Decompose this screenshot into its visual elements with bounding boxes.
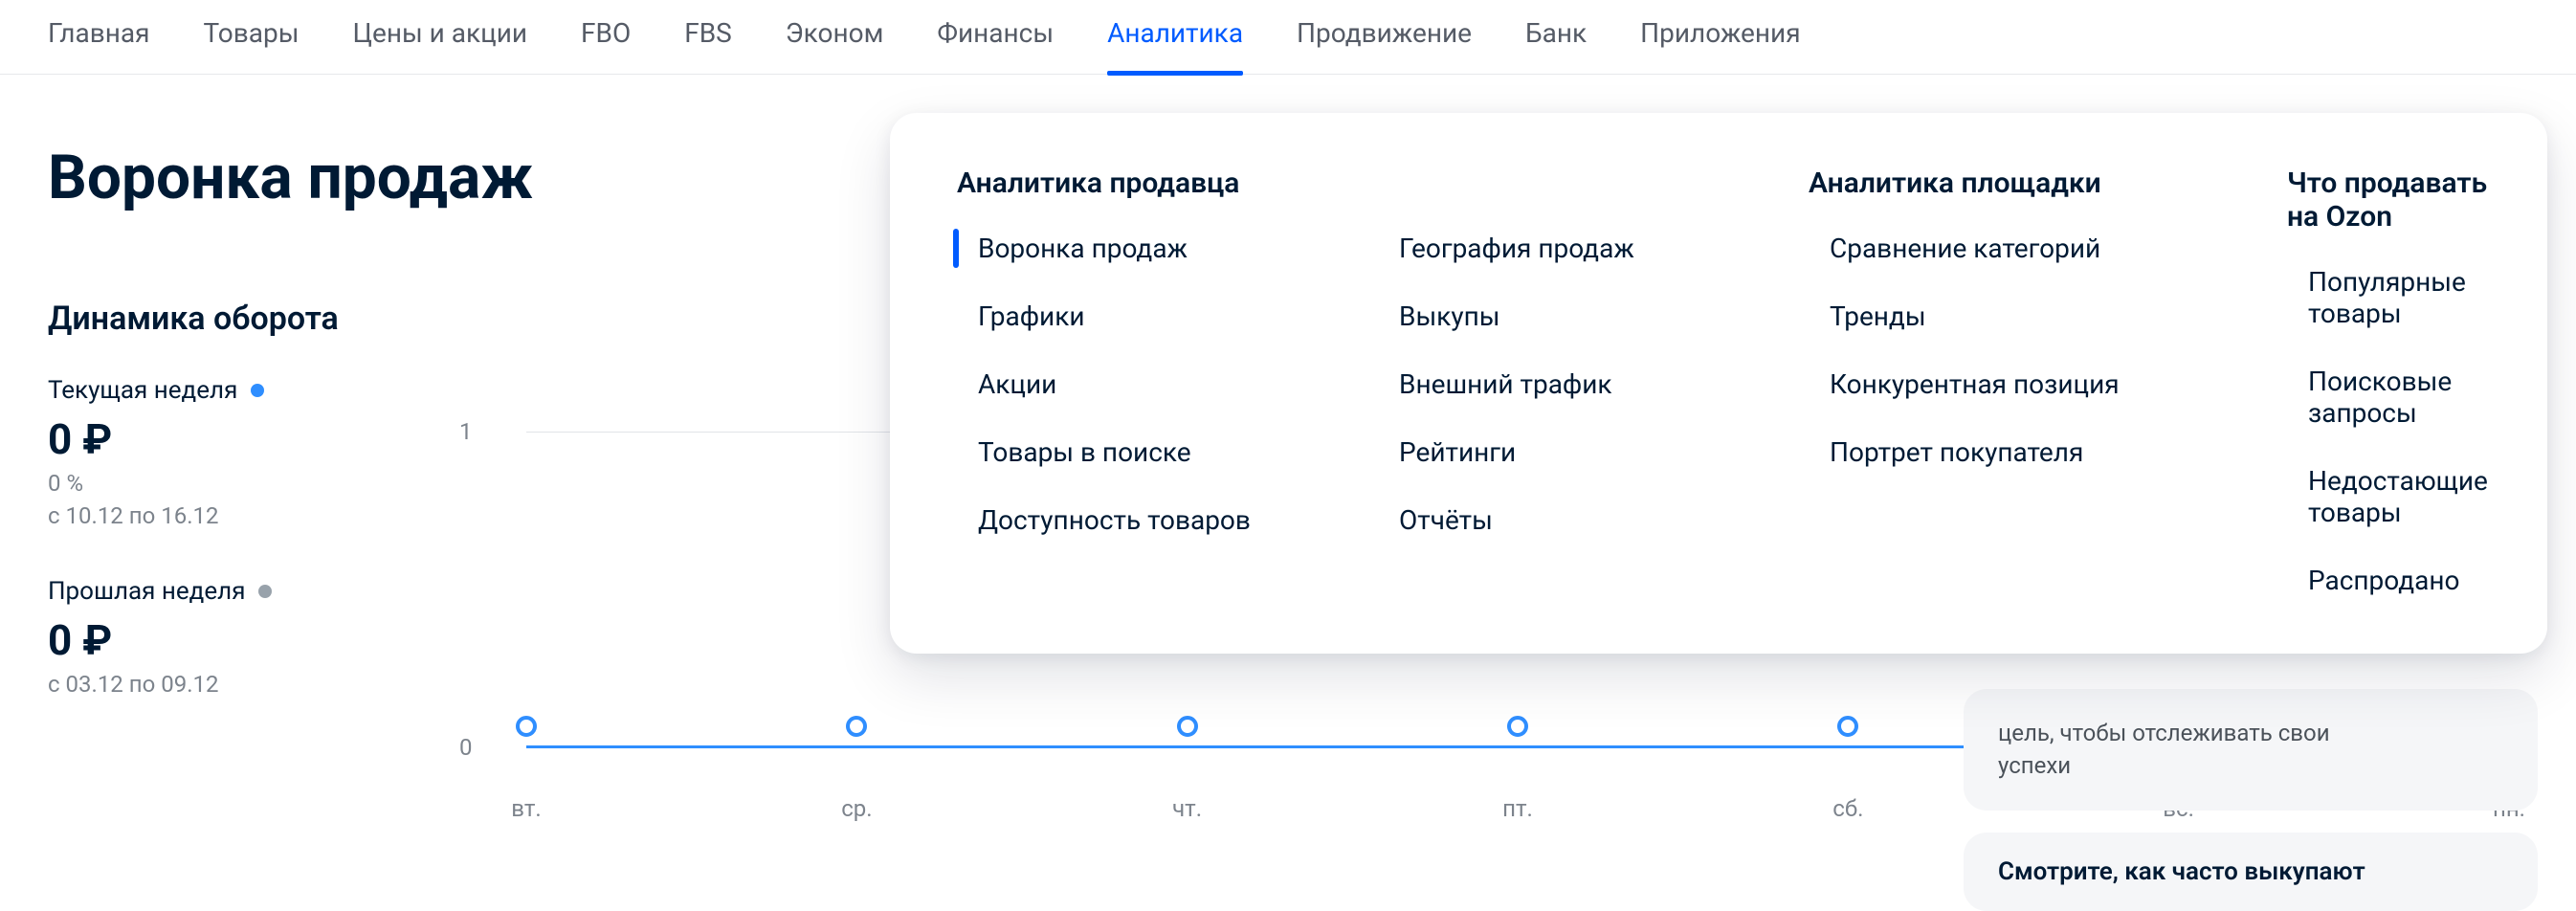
mega-item-charts[interactable]: Графики (957, 300, 1349, 332)
legend-current-range: с 10.12 по 16.12 (48, 502, 431, 529)
mega-item-popular-goods[interactable]: Популярные товары (2287, 266, 2488, 329)
mega-col-market: Аналитика площадки Сравнение категорий Т… (1809, 167, 2258, 596)
legend-dot-icon (251, 384, 264, 397)
mega-item-buyouts[interactable]: Выкупы (1378, 300, 1780, 332)
mega-col-seller-b: . География продаж Выкупы Внешний трафик… (1378, 167, 1780, 596)
side-info-card: цель, чтобы отслеживать свои успехи (1964, 689, 2538, 811)
legend-previous-range: с 03.12 по 09.12 (48, 671, 431, 698)
nav-item-analytics[interactable]: Аналитика (1107, 17, 1243, 53)
nav-item-products[interactable]: Товары (203, 17, 299, 53)
analytics-mega-menu: Аналитика продавца Воронка продаж График… (890, 113, 2547, 654)
nav-item-prices[interactable]: Цены и акции (352, 17, 527, 53)
mega-item-sold-out[interactable]: Распродано (2287, 565, 2488, 596)
mega-item-compare-cats[interactable]: Сравнение категорий (1809, 233, 2258, 264)
nav-item-finance[interactable]: Финансы (937, 17, 1054, 53)
mega-col-what-to-sell: Что продавать на Ozon Популярные товары … (2287, 167, 2488, 596)
legend-current-text: Текущая неделя (48, 376, 237, 405)
mega-item-search-goods[interactable]: Товары в поиске (957, 436, 1349, 468)
mega-item-competitive-position[interactable]: Конкурентная позиция (1809, 368, 2258, 400)
legend-dot-icon (258, 585, 272, 598)
mega-item-external-traffic[interactable]: Внешний трафик (1378, 368, 1780, 400)
side-card-line1: цель, чтобы отслеживать свои (1998, 720, 2330, 746)
legend-current-percent: 0 % (48, 470, 431, 497)
mega-item-search-queries[interactable]: Поисковые запросы (2287, 366, 2488, 429)
mega-item-ratings[interactable]: Рейтинги (1378, 436, 1780, 468)
legend-current-label: Текущая неделя (48, 376, 431, 405)
side-card2-text: Смотрите, как часто выкупают (1998, 857, 2365, 886)
nav-item-fbo[interactable]: FBO (581, 17, 631, 53)
legend-previous: Прошлая неделя 0 ₽ с 03.12 по 09.12 (48, 577, 431, 698)
x-lab: пт. (1502, 795, 1533, 822)
legend-current-value: 0 ₽ (48, 414, 431, 464)
nav-item-main[interactable]: Главная (48, 17, 149, 53)
nav-item-bank[interactable]: Банк (1525, 17, 1587, 53)
mega-heading-what-to-sell: Что продавать на Ozon (2287, 167, 2488, 233)
mega-item-missing-goods[interactable]: Недостающие товары (2287, 465, 2488, 528)
x-lab: ср. (841, 795, 872, 822)
legend-previous-label: Прошлая неделя (48, 577, 431, 606)
side-card-line2: успехи (1998, 752, 2071, 779)
mega-item-promotions[interactable]: Акции (957, 368, 1349, 400)
side-info-card-2: Смотрите, как часто выкупают (1964, 833, 2538, 911)
x-lab: сб. (1832, 795, 1863, 822)
nav-item-fbs[interactable]: FBS (684, 17, 732, 53)
mega-heading-market: Аналитика площадки (1809, 167, 2258, 200)
nav-item-econom[interactable]: Эконом (786, 17, 884, 53)
legend-previous-value: 0 ₽ (48, 615, 431, 665)
nav-item-apps[interactable]: Приложения (1640, 17, 1800, 53)
legend-previous-text: Прошлая неделя (48, 577, 245, 606)
mega-item-availability[interactable]: Доступность товаров (957, 504, 1349, 536)
x-lab: вт. (511, 795, 541, 822)
legend-column: Текущая неделя 0 ₽ 0 % с 10.12 по 16.12 … (48, 376, 431, 833)
mega-heading-seller: Аналитика продавца (957, 167, 1349, 200)
mega-item-trends[interactable]: Тренды (1809, 300, 2258, 332)
nav-item-promotion[interactable]: Продвижение (1297, 17, 1472, 53)
x-lab: чт. (1172, 795, 1202, 822)
mega-item-reports[interactable]: Отчёты (1378, 504, 1780, 536)
mega-item-geography[interactable]: География продаж (1378, 233, 1780, 264)
y-tick-1: 1 (459, 418, 473, 445)
top-nav: Главная Товары Цены и акции FBO FBS Экон… (0, 0, 2576, 75)
mega-col-seller: Аналитика продавца Воронка продаж График… (957, 167, 1349, 596)
mega-item-buyer-portrait[interactable]: Портрет покупателя (1809, 436, 2258, 468)
y-tick-0: 0 (459, 734, 473, 761)
legend-current: Текущая неделя 0 ₽ 0 % с 10.12 по 16.12 (48, 376, 431, 529)
mega-item-funnel[interactable]: Воронка продаж (957, 233, 1349, 264)
